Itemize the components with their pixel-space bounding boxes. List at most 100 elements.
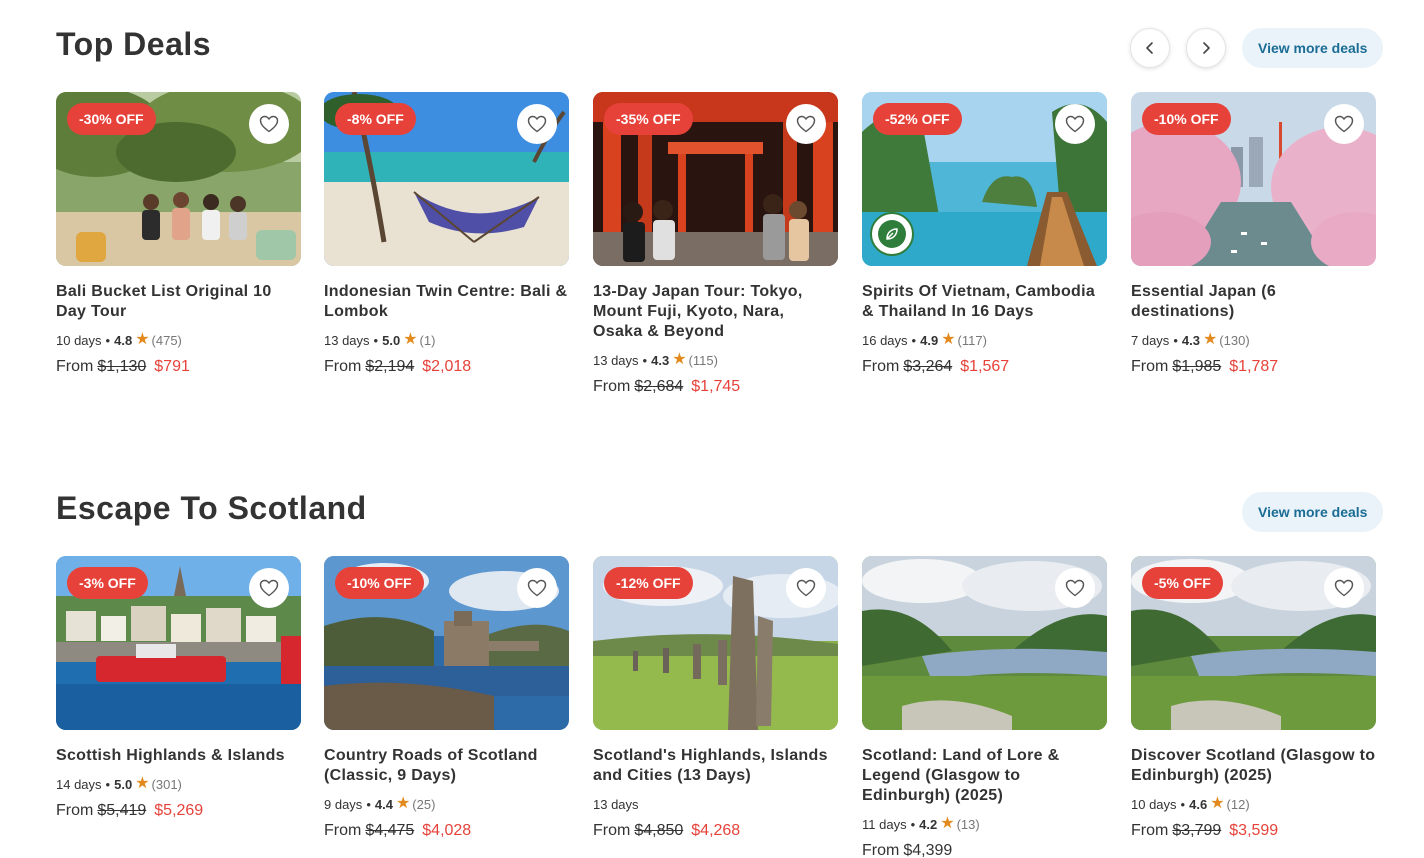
tour-title[interactable]: 13-Day Japan Tour: Tokyo, Mount Fuji, Ky… bbox=[593, 282, 838, 342]
tour-meta: 11 days • 4.2 ★ (13) bbox=[862, 814, 1107, 834]
wishlist-button[interactable] bbox=[786, 104, 826, 144]
heart-icon bbox=[527, 115, 547, 133]
tour-title[interactable]: Country Roads of Scotland (Classic, 9 Da… bbox=[324, 746, 569, 786]
tour-price: From $3,799 $3,599 bbox=[1131, 822, 1376, 840]
tour-title[interactable]: Indonesian Twin Centre: Bali & Lombok bbox=[324, 282, 569, 322]
star-icon: ★ bbox=[135, 775, 150, 792]
original-price: $3,264 bbox=[903, 358, 953, 375]
wishlist-button[interactable] bbox=[249, 104, 289, 144]
tour-image[interactable]: -35% OFF bbox=[593, 92, 838, 266]
price-from-label: From bbox=[1131, 822, 1169, 839]
tour-title[interactable]: Discover Scotland (Glasgow to Edinburgh)… bbox=[1131, 746, 1376, 786]
sale-price: $2,018 bbox=[422, 358, 472, 375]
tour-price: From $4,399 bbox=[862, 842, 1107, 858]
wishlist-button[interactable] bbox=[1324, 568, 1364, 608]
tour-title[interactable]: Spirits Of Vietnam, Cambodia & Thailand … bbox=[862, 282, 1107, 322]
tour-price: From $2,194 $2,018 bbox=[324, 358, 569, 376]
review-count: (12) bbox=[1226, 796, 1250, 812]
discount-badge: -5% OFF bbox=[1142, 567, 1223, 599]
discount-badge: -10% OFF bbox=[1142, 103, 1231, 135]
tour-duration: 10 days bbox=[1131, 796, 1177, 812]
tour-image[interactable]: -3% OFF bbox=[56, 556, 301, 730]
wishlist-button[interactable] bbox=[249, 568, 289, 608]
tour-title[interactable]: Bali Bucket List Original 10 Day Tour bbox=[56, 282, 301, 322]
tour-card[interactable]: -12% OFF Scotland's Highlands, Islands a… bbox=[593, 556, 838, 840]
tour-title[interactable]: Scottish Highlands & Islands bbox=[56, 746, 301, 766]
tour-price: From $3,264 $1,567 bbox=[862, 358, 1107, 376]
price-from-label: From bbox=[862, 842, 900, 858]
heart-icon bbox=[527, 579, 547, 597]
tour-card[interactable]: -3% OFF Scottish Highlands & Islands 14 … bbox=[56, 556, 301, 820]
tour-image[interactable]: -52% OFF bbox=[862, 92, 1107, 266]
tour-title[interactable]: Scotland's Highlands, Islands and Cities… bbox=[593, 746, 838, 786]
review-count: (475) bbox=[151, 332, 182, 348]
tour-card[interactable]: -5% OFF Discover Scotland (Glasgow to Ed… bbox=[1131, 556, 1376, 840]
carousel-next-button[interactable] bbox=[1186, 28, 1226, 68]
separator-dot: • bbox=[105, 776, 111, 792]
star-icon: ★ bbox=[1210, 795, 1225, 812]
sale-price: $5,269 bbox=[154, 802, 204, 819]
tour-rating: 4.6 bbox=[1189, 796, 1208, 812]
view-more-deals-button[interactable]: View more deals bbox=[1242, 28, 1384, 68]
tour-card[interactable]: -35% OFF 13-Day Japan Tour: Tokyo, Mount… bbox=[593, 92, 838, 396]
price-from-label: From bbox=[324, 358, 362, 375]
tour-image[interactable]: -12% OFF bbox=[593, 556, 838, 730]
wishlist-button[interactable] bbox=[786, 568, 826, 608]
tour-image[interactable]: -10% OFF bbox=[324, 556, 569, 730]
heart-icon bbox=[1334, 579, 1354, 597]
tour-price: From $4,850 $4,268 bbox=[593, 822, 838, 840]
tour-rating: 4.3 bbox=[1181, 332, 1200, 348]
tour-meta: 10 days • 4.6 ★ (12) bbox=[1131, 794, 1376, 814]
tour-duration: 16 days bbox=[862, 332, 908, 348]
separator-dot: • bbox=[366, 796, 371, 812]
tour-rating: 5.0 bbox=[382, 332, 401, 348]
tour-card[interactable]: -8% OFF Indonesian Twin Centre: Bali & L… bbox=[324, 92, 569, 376]
star-icon: ★ bbox=[940, 815, 955, 832]
star-icon: ★ bbox=[941, 331, 956, 348]
price-from-label: From bbox=[324, 822, 362, 839]
discount-badge: -10% OFF bbox=[335, 567, 424, 599]
tour-card[interactable]: -10% OFF Country Roads of Scotland (Clas… bbox=[324, 556, 569, 840]
discount-badge: -3% OFF bbox=[67, 567, 148, 599]
view-more-deals-button[interactable]: View more deals bbox=[1242, 492, 1384, 532]
heart-icon bbox=[1065, 115, 1085, 133]
tour-duration: 14 days bbox=[56, 776, 102, 792]
separator-dot: • bbox=[642, 352, 648, 368]
tour-card[interactable]: -10% OFF Essential Japan (6 destinations… bbox=[1131, 92, 1376, 376]
discount-badge: -35% OFF bbox=[604, 103, 693, 135]
tour-title[interactable]: Essential Japan (6 destinations) bbox=[1131, 282, 1376, 322]
wishlist-button[interactable] bbox=[1055, 568, 1095, 608]
heart-icon bbox=[259, 115, 279, 133]
price-from-label: From bbox=[56, 802, 94, 819]
chevron-left-icon bbox=[1146, 42, 1153, 54]
separator-dot: • bbox=[105, 332, 111, 348]
wishlist-button[interactable] bbox=[517, 568, 557, 608]
separator-dot: • bbox=[1180, 796, 1186, 812]
tour-rating: 5.0 bbox=[114, 776, 133, 792]
tour-image[interactable]: -30% OFF bbox=[56, 92, 301, 266]
tour-card[interactable]: Scotland: Land of Lore & Legend (Glasgow… bbox=[862, 556, 1107, 858]
tour-image[interactable]: -8% OFF bbox=[324, 92, 569, 266]
wishlist-button[interactable] bbox=[1055, 104, 1095, 144]
tour-card[interactable]: -30% OFF Bali Bucket List Original 10 Da… bbox=[56, 92, 301, 376]
tour-price: From $1,130 $791 bbox=[56, 358, 301, 376]
wishlist-button[interactable] bbox=[517, 104, 557, 144]
price-from-label: From bbox=[862, 358, 900, 375]
leaf-icon bbox=[886, 228, 898, 240]
tour-image[interactable]: -10% OFF bbox=[1131, 92, 1376, 266]
carousel-prev-button[interactable] bbox=[1130, 28, 1170, 68]
tour-meta: 13 days • 5.0 ★ (1) bbox=[324, 330, 569, 350]
wishlist-button[interactable] bbox=[1324, 104, 1364, 144]
tour-rating: 4.3 bbox=[651, 352, 670, 368]
top-deals-section: Top Deals View more deals -30% OFF Bali … bbox=[56, 0, 1386, 420]
discount-badge: -12% OFF bbox=[604, 567, 693, 599]
tour-image[interactable] bbox=[862, 556, 1107, 730]
price-from-label: From bbox=[593, 378, 631, 395]
tour-image[interactable]: -5% OFF bbox=[1131, 556, 1376, 730]
tour-meta: 14 days • 5.0 ★ (301) bbox=[56, 774, 301, 794]
tour-title[interactable]: Scotland: Land of Lore & Legend (Glasgow… bbox=[862, 746, 1107, 806]
tour-price-value: $4,399 bbox=[903, 842, 953, 858]
tour-duration: 13 days bbox=[593, 796, 639, 812]
tour-card[interactable]: -52% OFF Spirits Of Vietnam, Cambodia & … bbox=[862, 92, 1107, 376]
tour-meta: 10 days • 4.8 ★ (475) bbox=[56, 330, 301, 350]
